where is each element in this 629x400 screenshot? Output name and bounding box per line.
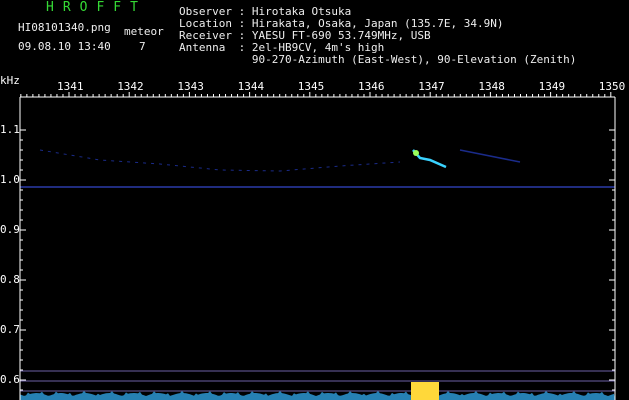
x-tick-label: 1342 [117, 80, 144, 93]
x-tick-label: 1343 [177, 80, 204, 93]
faint-trace [39, 149, 401, 172]
x-tick-label: 1346 [358, 80, 385, 93]
x-tick-label: 1345 [297, 80, 325, 93]
meteor-head [413, 150, 419, 156]
x-tick-label: 1350 [598, 80, 626, 93]
x-tick-label: 1341 [57, 80, 84, 93]
noise-floor [20, 391, 615, 400]
x-tick-label: 1344 [237, 80, 265, 93]
y-tick-label: 0.6 [0, 373, 20, 386]
y-tick-marks [20, 129, 615, 391]
meteor-tail [459, 149, 521, 163]
spectrogram [19, 92, 616, 400]
meteor-burst [411, 382, 439, 400]
x-tick-label: 1349 [538, 80, 566, 93]
y-tick-label: 1.0 [0, 173, 20, 186]
y-tick-label: 0.7 [0, 323, 20, 336]
x-tick-label: 1347 [418, 80, 445, 93]
x-tick-label: 1348 [478, 80, 505, 93]
signal-traces [20, 149, 615, 400]
y-tick-label: 0.9 [0, 223, 20, 236]
y-tick-label: 0.8 [0, 273, 20, 286]
y-tick-label: 1.1 [0, 123, 20, 136]
